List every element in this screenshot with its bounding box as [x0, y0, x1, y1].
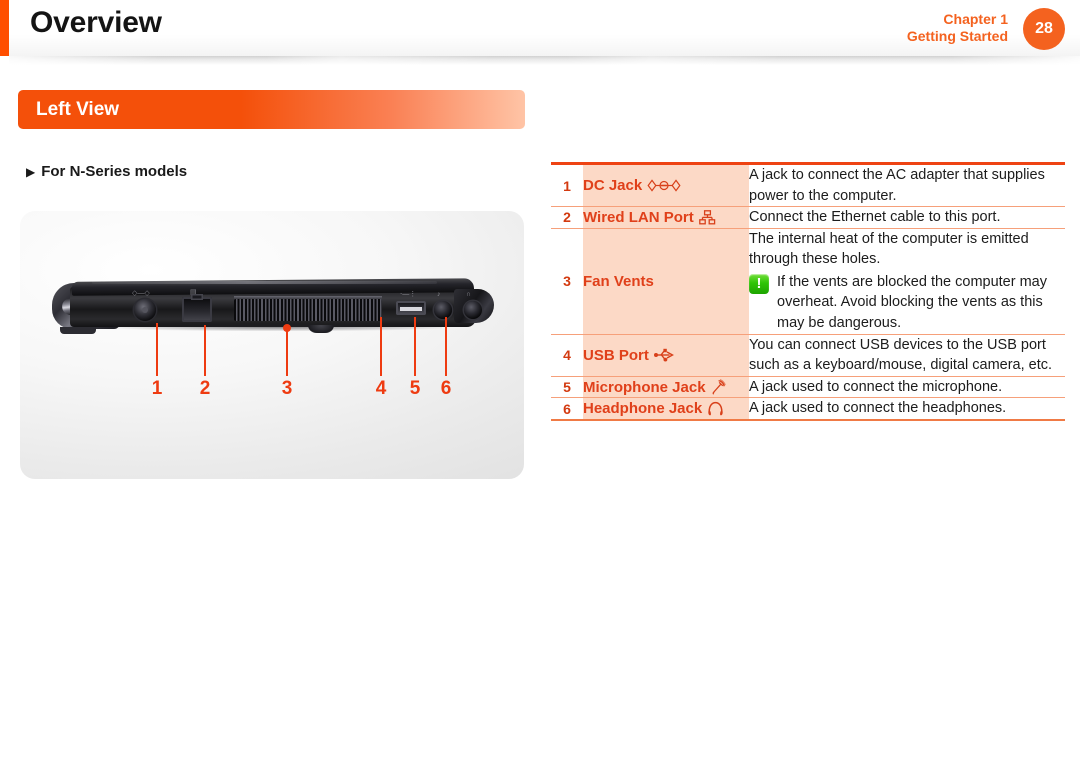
laptop-hinge-foot [60, 327, 96, 334]
microphone-icon [711, 379, 726, 395]
row-label-cell: DC Jack [583, 161, 749, 208]
callout-number-6: 6 [440, 378, 452, 399]
wired-lan-port [182, 294, 212, 322]
laptop-base-shadow [112, 323, 442, 331]
row-label: Microphone Jack [583, 378, 706, 396]
row-number: 1 [551, 161, 583, 208]
page-title: Overview [30, 6, 162, 39]
row-description: A jack to connect the AC adapter that su… [749, 161, 1065, 208]
row-description: The internal heat of the computer is emi… [749, 230, 1029, 268]
dc-jack-engraving-icon: ◇—◇ [132, 290, 150, 297]
callout-number-3: 3 [281, 378, 293, 399]
row-label: Fan Vents [583, 272, 654, 290]
section-banner-label: Left View [36, 99, 120, 120]
callout-line-1 [156, 323, 158, 376]
table-row: 2 Wired LAN Port Connect the Ethernet ca… [551, 206, 1065, 229]
usb-port [396, 301, 426, 315]
section-banner: Left View [18, 90, 525, 129]
dc-jack-icon [647, 179, 681, 192]
lan-port-notch [191, 294, 203, 300]
page-header: Overview Chapter 1 Getting Started 28 [0, 0, 1080, 56]
subheading: ▶ For N-Series models [26, 163, 187, 180]
callout-dot-3 [283, 324, 291, 332]
fan-vents-warning-note: If the vents are blocked the computer ma… [749, 272, 1065, 334]
callout-line-3 [286, 327, 288, 376]
chapter-name: Getting Started [906, 28, 1008, 45]
row-description: You can connect USB devices to the USB p… [749, 334, 1065, 377]
dc-jack-port [134, 299, 156, 321]
row-label: USB Port [583, 346, 649, 364]
page-number-badge: 28 [1023, 8, 1065, 50]
headphone-engraving-icon: ∩ [466, 291, 472, 298]
table-row: 3 Fan Vents The internal heat of the com… [551, 228, 1065, 335]
callout-line-2 [204, 325, 206, 376]
warning-icon [749, 273, 769, 294]
callout-number-5: 5 [409, 378, 421, 399]
row-description: A jack used to connect the microphone. [749, 376, 1065, 399]
callout-number-4: 4 [375, 378, 387, 399]
dc-jack-pin [142, 307, 148, 313]
table-row: 1 DC Jack A jack to connect the AC adapt… [551, 161, 1065, 208]
row-label-cell: Wired LAN Port [583, 206, 749, 229]
table-row: 5 Microphone Jack A jack used to connect… [551, 376, 1065, 399]
laptop-lid-highlight [92, 281, 437, 284]
row-label-cell: Microphone Jack [583, 376, 749, 399]
row-label: Wired LAN Port [583, 208, 694, 226]
fan-vents [234, 299, 382, 321]
chapter-label: Chapter 1 [943, 11, 1008, 27]
row-number: 5 [551, 376, 583, 399]
microphone-jack-port [434, 301, 452, 319]
row-label: Headphone Jack [583, 400, 703, 418]
usb-engraving-icon: ‧—⋮ [400, 291, 417, 298]
usb-icon [653, 348, 674, 362]
warning-note-text: If the vents are blocked the computer ma… [777, 273, 1047, 332]
row-number: 4 [551, 334, 583, 377]
chapter-block: Chapter 1 Getting Started [907, 11, 1008, 46]
row-description: A jack used to connect the headphones. [749, 397, 1065, 421]
laptop-foot-bump [308, 325, 334, 333]
triangle-bullet-icon: ▶ [26, 164, 36, 179]
row-label-cell: Headphone Jack [583, 397, 749, 421]
row-number: 3 [551, 228, 583, 335]
header-accent-strip [0, 0, 9, 56]
headphone-jack-port [464, 301, 482, 319]
wired-lan-icon [698, 210, 716, 225]
callout-number-2: 2 [199, 378, 211, 399]
subheading-label: For N-Series models [41, 163, 188, 180]
callout-line-6 [445, 317, 447, 376]
table-row: 6 Headphone Jack A jack used to connect … [551, 397, 1065, 421]
row-description-cell: The internal heat of the computer is emi… [749, 228, 1065, 335]
header-divider-shadow-fade [9, 56, 1080, 65]
callout-line-5 [414, 317, 416, 376]
row-label-cell: Fan Vents [583, 228, 749, 335]
row-description: Connect the Ethernet cable to this port. [749, 206, 1065, 229]
table-row: 4 USB Port You can connect USB devices t… [551, 334, 1065, 377]
mic-engraving-icon: ♪ [437, 291, 441, 298]
callout-line-4 [380, 317, 382, 376]
row-label: DC Jack [583, 177, 643, 195]
usb-port-tongue [400, 307, 422, 311]
headphone-icon [707, 401, 724, 417]
port-description-table: 1 DC Jack A jack to connect the AC adapt… [551, 161, 1065, 421]
row-number: 6 [551, 397, 583, 421]
row-label-cell: USB Port [583, 334, 749, 377]
product-photo-panel: ◇—◇ ▤ ‧—⋮ ♪ ∩ 1 2 3 4 5 6 [20, 211, 524, 479]
callout-number-1: 1 [151, 378, 163, 399]
laptop-side-profile-illustration: ◇—◇ ▤ ‧—⋮ ♪ ∩ [52, 275, 494, 337]
row-number: 2 [551, 206, 583, 229]
